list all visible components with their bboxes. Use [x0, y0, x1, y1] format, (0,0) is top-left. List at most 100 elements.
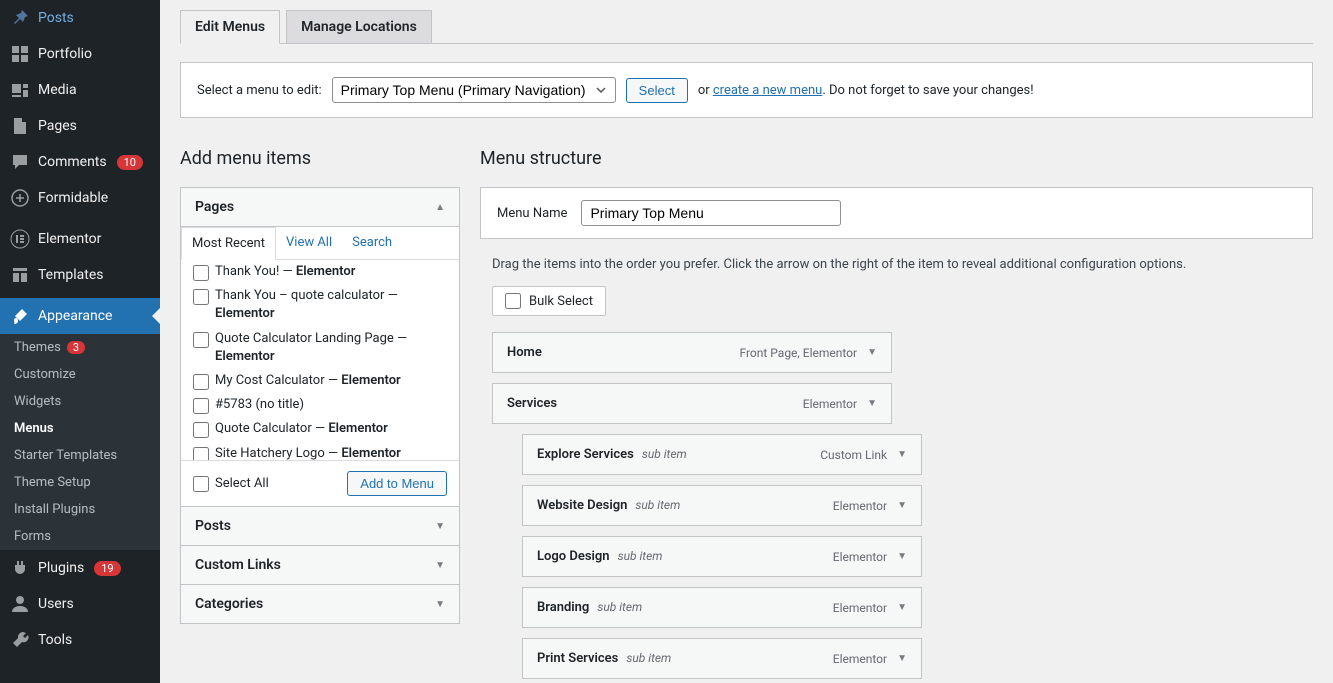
subtab-most-recent[interactable]: Most Recent: [181, 227, 276, 260]
elementor-icon: [10, 229, 30, 249]
pin-icon: [10, 8, 30, 28]
menu-items-list: HomeFront Page, Elementor▼ Services Elemen…: [480, 332, 1313, 679]
page-checkbox[interactable]: [193, 398, 209, 414]
sidebar-item-label: Elementor: [38, 231, 101, 247]
menu-item[interactable]: HomeFront Page, Elementor▼: [492, 332, 892, 373]
page-checklist-item[interactable]: Quote Calculator Landing Page — Elemento…: [193, 327, 447, 369]
select-all-label[interactable]: Select All: [193, 476, 269, 492]
submenu-item-theme-setup[interactable]: Theme Setup: [0, 469, 160, 496]
bulk-select-checkbox[interactable]: [505, 293, 521, 309]
menu-item[interactable]: Services Elementor ▼: [492, 383, 892, 424]
menu-item-type: Elementor: [803, 397, 857, 411]
create-new-menu-link[interactable]: create a new menu: [713, 83, 822, 98]
submenu-item-themes[interactable]: Themes3: [0, 334, 160, 361]
sidebar-item-label: Templates: [38, 267, 104, 283]
menu-name-input[interactable]: [581, 200, 841, 226]
nav-tabs: Edit Menus Manage Locations: [180, 10, 1313, 44]
page-checklist-item[interactable]: #5783 (no title): [193, 393, 447, 417]
caret-down-icon[interactable]: ▼: [897, 500, 907, 511]
bulk-select-label[interactable]: Bulk Select: [492, 286, 606, 316]
accordion-pages-head[interactable]: Pages ▲: [181, 188, 459, 226]
sidebar-item-media[interactable]: Media: [0, 72, 160, 108]
select-all-checkbox[interactable]: [193, 476, 209, 492]
submenu-item-install-plugins[interactable]: Install Plugins: [0, 496, 160, 523]
sidebar-item-formidable[interactable]: Formidable: [0, 180, 160, 216]
sidebar-item-posts[interactable]: Posts: [0, 0, 160, 36]
menu-item-type: Elementor: [833, 499, 887, 513]
caret-up-icon: ▲: [435, 202, 445, 213]
menu-select-dropdown[interactable]: Primary Top Menu (Primary Navigation): [332, 77, 616, 103]
submenu-item-customize[interactable]: Customize: [0, 361, 160, 388]
sidebar-item-label: Formidable: [38, 190, 108, 206]
media-icon: [10, 80, 30, 100]
brush-icon: [10, 306, 30, 326]
caret-down-icon: ▼: [435, 521, 445, 532]
page-checkbox[interactable]: [193, 447, 209, 461]
plugin-icon: [10, 558, 30, 578]
menu-item-type: Elementor: [833, 601, 887, 615]
comment-icon: [10, 152, 30, 172]
sidebar-item-portfolio[interactable]: Portfolio: [0, 36, 160, 72]
caret-down-icon[interactable]: ▼: [897, 653, 907, 664]
admin-sidebar: PostsPortfolioMediaPages Comments 10 Formid…: [0, 0, 160, 683]
submenu-item-forms[interactable]: Forms: [0, 523, 160, 550]
caret-down-icon[interactable]: ▼: [897, 551, 907, 562]
sidebar-item-comments[interactable]: Comments 10: [0, 144, 160, 180]
sidebar-item-elementor[interactable]: Elementor: [0, 221, 160, 257]
caret-down-icon: ▼: [435, 560, 445, 571]
tab-edit-menus[interactable]: Edit Menus: [180, 10, 280, 44]
page-checkbox[interactable]: [193, 374, 209, 390]
subtab-view-all[interactable]: View All: [276, 227, 342, 259]
page-checkbox[interactable]: [193, 332, 209, 348]
accordion-custom-links-head[interactable]: Custom Links ▼: [181, 545, 459, 584]
menu-item-subtext: sub item: [635, 498, 680, 512]
sidebar-item-templates[interactable]: Templates: [0, 257, 160, 293]
sidebar-item-users[interactable]: Users: [0, 586, 160, 622]
caret-down-icon[interactable]: ▼: [897, 602, 907, 613]
menu-item[interactable]: Explore Servicessub itemCustom Link▼: [522, 434, 922, 475]
page-checkbox[interactable]: [193, 289, 209, 305]
menu-item-title: Logo Design: [537, 549, 610, 564]
sidebar-item-appearance[interactable]: Appearance: [0, 298, 160, 334]
menu-item[interactable]: Logo Designsub itemElementor▼: [522, 536, 922, 577]
add-to-menu-button[interactable]: Add to Menu: [347, 471, 447, 496]
menu-name-label: Menu Name: [497, 206, 567, 221]
page-checklist-item[interactable]: Thank You! — Elementor: [193, 260, 447, 284]
page-checklist-item[interactable]: Thank You – quote calculator — Elementor: [193, 284, 447, 326]
menu-item[interactable]: Website Designsub itemElementor▼: [522, 485, 922, 526]
grid-icon: [10, 44, 30, 64]
bulk-select-row: Bulk Select: [492, 286, 1313, 316]
sidebar-item-label: Comments: [38, 154, 107, 170]
add-menu-items-column: Add menu items Pages ▲ Most Recent View …: [180, 148, 460, 683]
submenu-item-menus[interactable]: Menus: [0, 415, 160, 442]
badge: 10: [117, 155, 143, 170]
select-button[interactable]: Select: [626, 78, 688, 103]
tab-manage-locations[interactable]: Manage Locations: [286, 10, 432, 44]
page-checklist-item[interactable]: Quote Calculator — Elementor: [193, 417, 447, 441]
caret-down-icon[interactable]: ▼: [867, 398, 877, 409]
sidebar-item-label: Plugins: [38, 560, 84, 576]
accordion-posts-head[interactable]: Posts ▼: [181, 506, 459, 545]
sidebar-item-label: Users: [38, 596, 74, 612]
page-checklist-item[interactable]: My Cost Calculator — Elementor: [193, 369, 447, 393]
menu-item[interactable]: Brandingsub itemElementor▼: [522, 587, 922, 628]
page-checkbox[interactable]: [193, 265, 209, 281]
appearance-submenu: Themes3CustomizeWidgetsMenusStarter Temp…: [0, 334, 160, 550]
caret-down-icon[interactable]: ▼: [867, 347, 877, 358]
badge: 19: [94, 561, 120, 576]
sidebar-item-pages[interactable]: Pages: [0, 108, 160, 144]
subtab-search[interactable]: Search: [342, 227, 402, 259]
menu-item-type: Elementor: [833, 652, 887, 666]
accordion-categories-head[interactable]: Categories ▼: [181, 584, 459, 623]
page-checkbox[interactable]: [193, 422, 209, 438]
submenu-item-widgets[interactable]: Widgets: [0, 388, 160, 415]
sidebar-item-tools[interactable]: Tools: [0, 622, 160, 658]
caret-down-icon[interactable]: ▼: [897, 449, 907, 460]
user-icon: [10, 594, 30, 614]
sidebar-item-plugins[interactable]: Plugins 19: [0, 550, 160, 586]
submenu-item-starter-templates[interactable]: Starter Templates: [0, 442, 160, 469]
badge: 3: [67, 341, 85, 354]
menu-item-title: Services: [507, 396, 557, 411]
page-checklist-item[interactable]: Site Hatchery Logo — Elementor: [193, 442, 447, 461]
menu-item[interactable]: Print Servicessub itemElementor▼: [522, 638, 922, 679]
